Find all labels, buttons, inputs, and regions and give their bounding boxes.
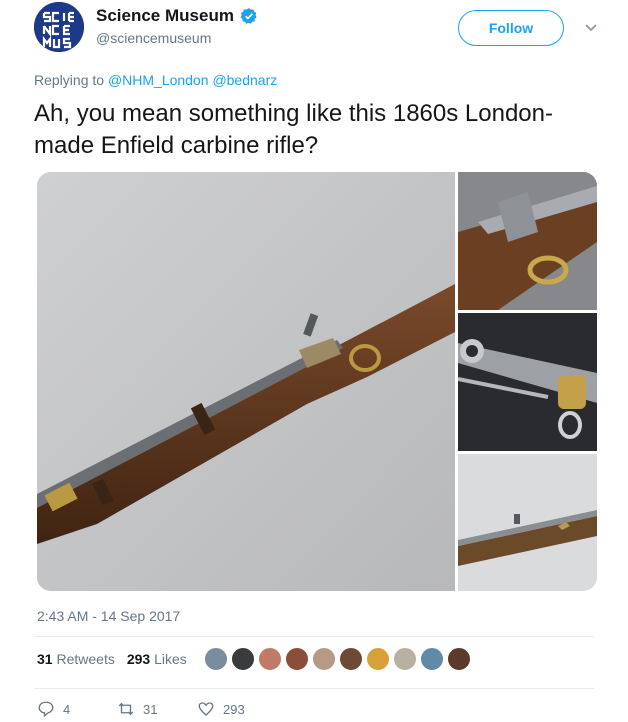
retweet-icon [118, 702, 134, 716]
liker-avatars [204, 647, 471, 671]
retweets-label: Retweets [56, 651, 115, 667]
divider [34, 636, 594, 637]
liker-avatar[interactable] [339, 647, 363, 671]
tweet-actions: 4 31 293 [37, 700, 277, 718]
follow-button[interactable]: Follow [458, 10, 564, 46]
liker-avatar[interactable] [366, 647, 390, 671]
rifle-photo [37, 172, 455, 591]
liker-avatar[interactable] [420, 647, 444, 671]
media-photo-main[interactable] [37, 172, 455, 591]
rifle-barrel-photo [458, 313, 597, 451]
reply-icon [38, 701, 54, 718]
retweets-count: 31 [37, 651, 53, 667]
name-row: Science Museum [96, 6, 258, 26]
rifle-stock-photo [458, 454, 597, 591]
liker-avatar[interactable] [285, 647, 309, 671]
like-count: 293 [223, 701, 245, 717]
avatar[interactable] [34, 2, 84, 52]
rifle-lock-photo [458, 172, 597, 310]
media-grid [37, 172, 597, 591]
science-museum-logo [34, 2, 84, 52]
tweet-text: Ah, you mean something like this 1860s L… [34, 100, 553, 159]
media-photo-stock[interactable] [458, 454, 597, 591]
tweet-timestamp[interactable]: 2:43 AM - 14 Sep 2017 [37, 608, 180, 624]
media-photo-barrel[interactable] [458, 313, 597, 451]
heart-icon [198, 702, 214, 716]
likes-label: Likes [154, 651, 187, 667]
liker-avatar[interactable] [204, 647, 228, 671]
replying-prefix: Replying to [34, 72, 105, 88]
engagement-stats: 31 Retweets 293 Likes [37, 651, 187, 667]
likes-count: 293 [126, 651, 151, 667]
mention-link[interactable]: @NHM_London [108, 72, 209, 88]
liker-avatar[interactable] [231, 647, 255, 671]
account-handle[interactable]: @sciencemuseum [96, 30, 211, 46]
mention-link[interactable]: @bednarz [212, 72, 277, 88]
display-name[interactable]: Science Museum [96, 6, 234, 26]
retweet-action[interactable]: 31 [117, 700, 197, 718]
retweets-stat[interactable]: 31 Retweets [37, 651, 115, 667]
reply-action[interactable]: 4 [37, 700, 117, 718]
liker-avatar[interactable] [393, 647, 417, 671]
like-action[interactable]: 293 [197, 700, 277, 718]
chevron-down-icon[interactable] [584, 20, 598, 34]
reply-count: 4 [63, 701, 71, 717]
replying-to: Replying to @NHM_London @bednarz [34, 72, 277, 88]
media-photo-lock[interactable] [458, 172, 597, 310]
verified-badge-icon [240, 8, 257, 24]
tweet-header: Science Museum @sciencemuseum Follow [34, 2, 614, 52]
retweet-count: 31 [143, 701, 158, 717]
liker-avatar[interactable] [447, 647, 471, 671]
likes-stat[interactable]: 293 Likes [127, 651, 187, 667]
liker-avatar[interactable] [258, 647, 282, 671]
liker-avatar[interactable] [312, 647, 336, 671]
divider [34, 688, 594, 689]
